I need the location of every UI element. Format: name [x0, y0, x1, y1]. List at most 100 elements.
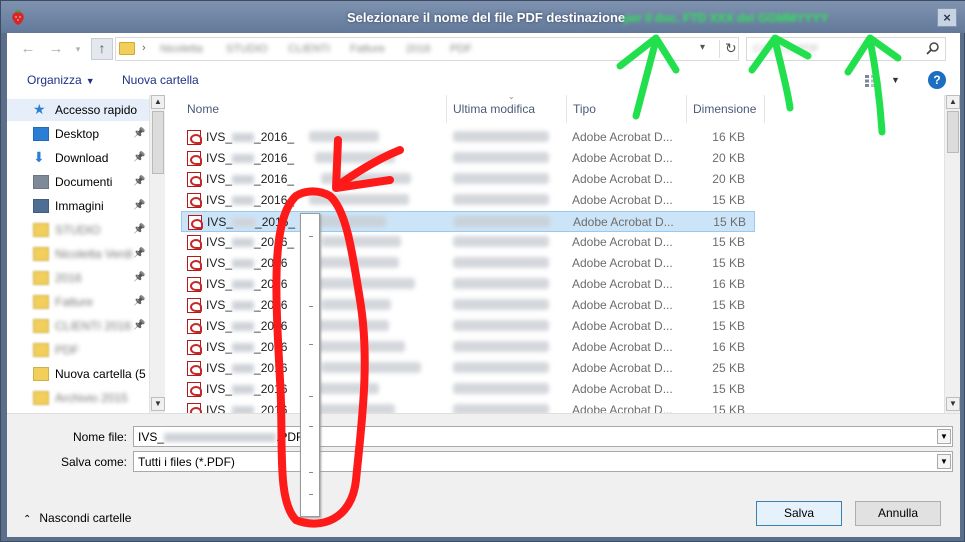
table-row[interactable]: IVS_ _2016_ Adobe Acrobat D... 20 KB: [181, 148, 755, 169]
close-button[interactable]: ×: [937, 8, 957, 27]
breadcrumb-item[interactable]: PDF: [450, 43, 472, 55]
redacted-name-tail: [316, 216, 386, 227]
column-header-size[interactable]: Dimensione: [687, 95, 765, 123]
scroll-thumb[interactable]: [947, 111, 959, 153]
scroll-thumb[interactable]: [152, 111, 164, 174]
file-name-prefix: IVS_: [206, 403, 233, 413]
breadcrumb-item[interactable]: Fatture: [350, 43, 385, 55]
nav-item[interactable]: CLIENTI 2016 📌: [7, 315, 149, 337]
pin-icon[interactable]: 📌: [133, 296, 145, 307]
redacted-name-part: [232, 385, 255, 395]
pin-icon[interactable]: 📌: [133, 200, 145, 211]
breadcrumb-item[interactable]: 2016: [406, 43, 430, 55]
table-row[interactable]: IVS_ _2016 Adobe Acrobat D... 15 KB: [181, 253, 755, 274]
table-row[interactable]: IVS_ _2016_ Adobe Acrobat D... 16 KB: [181, 127, 755, 148]
nav-item[interactable]: Fatture 📌: [7, 291, 149, 313]
nav-item[interactable]: PDF: [7, 339, 149, 361]
nav-item[interactable]: Nicoletta Verdi 📌: [7, 243, 149, 265]
table-row[interactable]: IVS_ _2016 Adobe Acrobat D... 15 KB: [181, 316, 755, 337]
table-row[interactable]: IVS_ _2016 Adobe Acrobat D... 15 KB: [181, 379, 755, 400]
view-options-icon[interactable]: [865, 75, 879, 87]
scroll-down-arrow-icon[interactable]: ▼: [946, 397, 960, 411]
scroll-down-arrow-icon[interactable]: ▼: [151, 397, 165, 411]
scroll-up-arrow-icon[interactable]: ▲: [151, 95, 165, 109]
table-row[interactable]: IVS_ _2016 Adobe Acrobat D... 15 KB: [181, 295, 755, 316]
cancel-button[interactable]: Annulla: [855, 501, 941, 526]
nav-item[interactable]: ★ Accesso rapido: [7, 99, 149, 121]
table-row[interactable]: IVS_ _2016 Adobe Acrobat D... 16 KB: [181, 337, 755, 358]
filename-input[interactable]: IVS_ .PDF ▼: [133, 426, 953, 447]
refresh-icon[interactable]: ↻: [719, 40, 737, 58]
nav-pane-scrollbar[interactable]: ▲ ▼: [149, 95, 165, 413]
table-row[interactable]: IVS_ _2016 Adobe Acrobat D... 16 KB: [181, 274, 755, 295]
column-header-type[interactable]: Tipo: [567, 95, 687, 123]
redacted-name-tail: [321, 173, 411, 184]
pdf-file-icon: [187, 277, 202, 292]
nav-item[interactable]: STUDIO 📌: [7, 219, 149, 241]
file-type-cell: Adobe Acrobat D...: [572, 361, 673, 375]
recent-locations-chevron-icon[interactable]: ▾: [69, 40, 87, 58]
forward-arrow-icon[interactable]: →: [47, 40, 65, 58]
view-dropdown-chevron-icon[interactable]: ▼: [891, 75, 900, 85]
popup-tick-mark: [309, 426, 313, 427]
hide-folders-toggle[interactable]: ⌃ Nascondi cartelle: [23, 511, 131, 525]
up-arrow-icon[interactable]: ↑: [91, 38, 113, 60]
table-row[interactable]: IVS_ _2016 Adobe Acrobat D... 15 KB: [181, 400, 755, 413]
search-icon[interactable]: [925, 41, 941, 57]
pin-icon[interactable]: 📌: [133, 224, 145, 235]
file-name-mid: _2016: [254, 403, 288, 413]
popup-tick-mark: [309, 306, 313, 307]
nav-item[interactable]: Documenti 📌: [7, 171, 149, 193]
address-bar[interactable]: › Nicoletta STUDIO CLIENTI Fatture 2016 …: [115, 37, 739, 61]
pdf-file-icon: [187, 298, 202, 313]
popup-tick-mark: [309, 344, 313, 345]
pin-icon[interactable]: 📌: [133, 248, 145, 259]
organize-menu-button[interactable]: Organizza ▼: [27, 73, 95, 87]
save-button[interactable]: Salva: [756, 501, 842, 526]
nav-item[interactable]: ⬇ Download 📌: [7, 147, 149, 169]
modified-date-cell: [453, 257, 549, 268]
file-type-cell: Adobe Acrobat D...: [572, 193, 673, 207]
breadcrumb-item[interactable]: CLIENTI: [288, 43, 330, 55]
file-name-mid: _2016_: [255, 215, 296, 229]
scroll-up-arrow-icon[interactable]: ▲: [946, 95, 960, 109]
pin-icon[interactable]: 📌: [133, 128, 145, 139]
nav-item[interactable]: 2016 📌: [7, 267, 149, 289]
file-size-cell: 25 KB: [712, 361, 745, 375]
column-header-modified[interactable]: Ultima modifica: [447, 95, 567, 123]
nav-item[interactable]: Immagini 📌: [7, 195, 149, 217]
pictures-icon: [33, 199, 49, 213]
modified-date-cell: [453, 383, 549, 394]
table-row[interactable]: IVS_ _2016 Adobe Acrobat D... 25 KB: [181, 358, 755, 379]
table-row[interactable]: IVS_ _2016_ Adobe Acrobat D... 15 KB: [181, 232, 755, 253]
title-bar[interactable]: Selezionare il nome del file PDF destina…: [1, 1, 965, 33]
popup-tick-mark: [309, 494, 313, 495]
breadcrumb-item[interactable]: STUDIO: [226, 43, 268, 55]
file-name-prefix: IVS_: [206, 172, 233, 186]
table-row[interactable]: IVS_ _2016_ Adobe Acrobat D... 15 KB: [181, 211, 755, 232]
column-header-name[interactable]: Nome ⌄: [181, 95, 515, 123]
file-list-scrollbar[interactable]: ▲ ▼: [944, 95, 960, 413]
save-as-dropdown-chevron-icon[interactable]: ▼: [937, 454, 951, 469]
popup-tick-mark: [309, 396, 313, 397]
address-dropdown-chevron-icon[interactable]: ▾: [700, 42, 705, 53]
pin-icon[interactable]: 📌: [133, 176, 145, 187]
filename-dropdown-chevron-icon[interactable]: ▼: [937, 429, 951, 444]
file-type-cell: Adobe Acrobat D...: [572, 235, 673, 249]
navigation-bar: ← → ▾ ↑ › Nicoletta STUDIO CLIENTI Fattu…: [7, 33, 960, 65]
search-box[interactable]: Cerca in PDF: [746, 37, 946, 61]
help-icon[interactable]: ?: [928, 71, 946, 89]
breadcrumb-item[interactable]: Nicoletta: [160, 43, 203, 55]
back-arrow-icon[interactable]: ←: [19, 40, 37, 58]
table-row[interactable]: IVS_ _2016_ Adobe Acrobat D... 20 KB: [181, 169, 755, 190]
new-folder-button[interactable]: Nuova cartella: [122, 73, 199, 87]
pin-icon[interactable]: 📌: [133, 152, 145, 163]
truncated-dropdown-popup: [300, 213, 320, 517]
pin-icon[interactable]: 📌: [133, 272, 145, 283]
nav-item[interactable]: Archivio 2015: [7, 387, 149, 409]
nav-item[interactable]: Desktop 📌: [7, 123, 149, 145]
save-as-type-select[interactable]: Tutti i files (*.PDF) ▼: [133, 451, 953, 472]
pin-icon[interactable]: 📌: [133, 320, 145, 331]
table-row[interactable]: IVS_ _2016_ Adobe Acrobat D... 15 KB: [181, 190, 755, 211]
nav-item[interactable]: Nuova cartella (5: [7, 363, 149, 385]
